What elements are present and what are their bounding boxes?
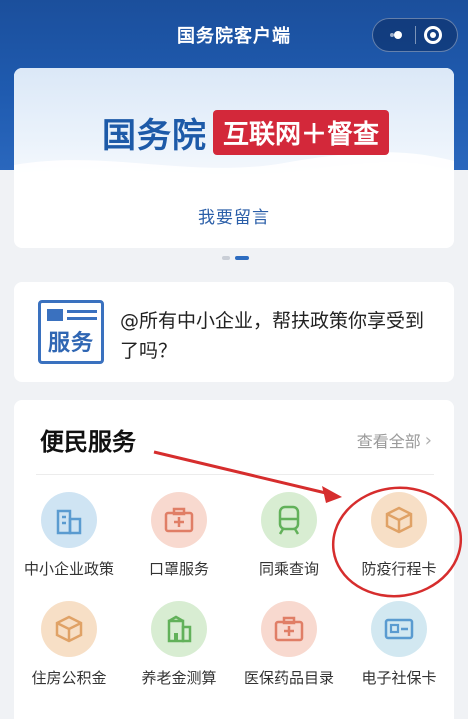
banner-brand-main: 国务院 (102, 115, 207, 156)
top-bar: 国务院客户端 (0, 0, 468, 66)
chevron-right-icon: › (424, 429, 432, 451)
services-card: 便民服务 查看全部 › 中小企业政策 口罩服务 同乘查询 防疫行程卡 住房公积金… (14, 400, 454, 719)
badge-line (67, 310, 97, 313)
badge-square (47, 309, 63, 321)
house-icon (151, 601, 207, 657)
banner-image: 国务院 互联网＋督查 (14, 68, 454, 183)
badge-label: 服务 (47, 331, 94, 356)
notice-text[interactable]: @所有中小企业，帮扶政策你享受到了吗？ (120, 306, 440, 366)
service-item-housing-fund[interactable]: 住房公积金 (14, 601, 124, 688)
service-badge-icon: 服务 (38, 300, 104, 364)
service-label: 医保药品目录 (243, 669, 334, 687)
service-label: 同乘查询 (258, 560, 319, 578)
id-card-icon (371, 601, 427, 657)
badge-line (67, 317, 97, 320)
services-grid: 中小企业政策 口罩服务 同乘查询 防疫行程卡 住房公积金 养老金测算 医保药品目… (14, 492, 454, 688)
medical-kit-icon (151, 492, 207, 548)
leave-message-link[interactable]: 我要留言 (198, 203, 270, 228)
train-icon (261, 492, 317, 548)
service-label: 中小企业政策 (23, 560, 114, 578)
banner-brand-tag: 互联网＋督查 (213, 109, 390, 155)
more-dots-icon (393, 31, 402, 39)
leave-message-area[interactable]: 我要留言 (14, 183, 454, 248)
service-item-co-travel[interactable]: 同乘查询 (234, 492, 344, 579)
service-item-sme-policy[interactable]: 中小企业政策 (14, 492, 124, 579)
capsule-divider (414, 26, 416, 44)
service-item-mask[interactable]: 口罩服务 (124, 492, 234, 579)
banner-card[interactable]: 国务院 互联网＋督查 我要留言 (14, 68, 454, 248)
service-label: 养老金测算 (141, 669, 217, 687)
notice-card[interactable]: 服务 @所有中小企业，帮扶政策你享受到了吗？ (14, 282, 454, 382)
banner-pager (222, 256, 249, 260)
box-icon (41, 601, 97, 657)
divider (36, 474, 434, 475)
service-label: 防疫行程卡 (361, 560, 437, 578)
service-item-social-card[interactable]: 电子社保卡 (344, 601, 454, 688)
pager-dot[interactable] (222, 256, 230, 260)
mini-program-capsule (372, 18, 458, 52)
close-circle-icon (423, 26, 442, 44)
service-label: 口罩服务 (148, 560, 209, 578)
box-icon (371, 492, 427, 548)
service-item-travel-card[interactable]: 防疫行程卡 (344, 492, 454, 579)
pager-dot-active[interactable] (235, 256, 249, 260)
view-all-label: 查看全部 (356, 432, 421, 451)
view-all-link[interactable]: 查看全部 › (357, 428, 432, 452)
service-item-pension[interactable]: 养老金测算 (124, 601, 234, 688)
service-item-medical-list[interactable]: 医保药品目录 (234, 601, 344, 688)
banner-logo: 国务院 互联网＋督查 (102, 106, 390, 158)
services-title: 便民服务 (40, 428, 136, 456)
close-button[interactable] (421, 23, 445, 47)
service-label: 住房公积金 (31, 669, 107, 687)
medical-kit-icon (261, 601, 317, 657)
more-menu-button[interactable] (386, 23, 410, 47)
building-icon (41, 492, 97, 548)
service-label: 电子社保卡 (361, 669, 437, 687)
